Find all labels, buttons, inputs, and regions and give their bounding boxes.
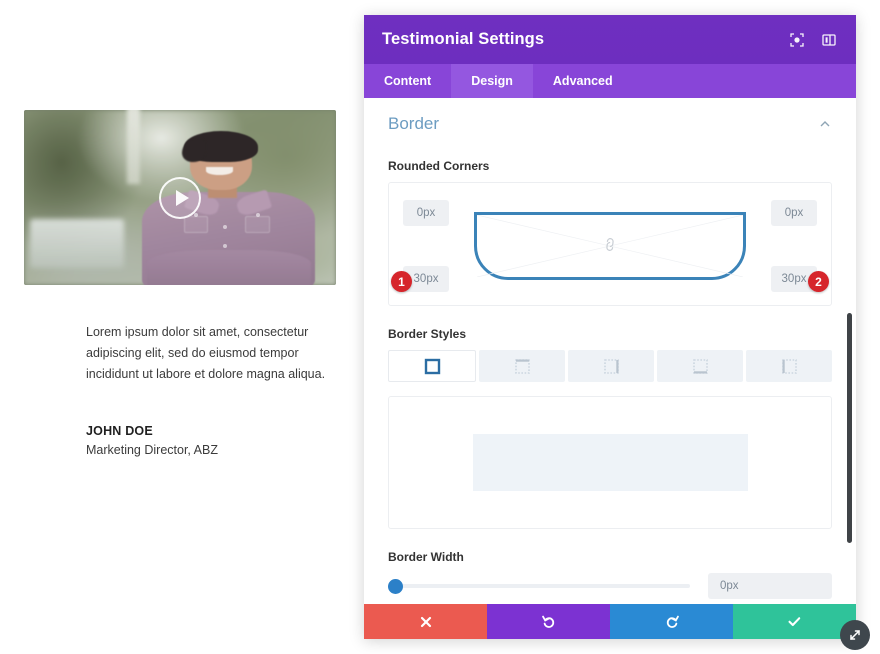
redo-button[interactable] xyxy=(610,604,733,639)
border-style-top[interactable] xyxy=(479,350,565,382)
undo-button[interactable] xyxy=(487,604,610,639)
border-section-header[interactable]: Border xyxy=(388,114,832,138)
testimonial-author-name: JOHN DOE xyxy=(86,424,153,438)
slider-track xyxy=(388,584,690,588)
play-icon[interactable] xyxy=(159,177,201,219)
focus-target-icon[interactable] xyxy=(788,31,806,49)
border-preview-box xyxy=(473,434,748,491)
corner-top-right-input[interactable]: 0px xyxy=(771,200,817,226)
callout-badge-2: 2 xyxy=(808,271,829,292)
save-button[interactable] xyxy=(733,604,856,639)
border-preview-panel xyxy=(388,396,832,529)
cancel-button[interactable] xyxy=(364,604,487,639)
border-styles-label: Border Styles xyxy=(388,327,832,341)
testimonial-quote-text: Lorem ipsum dolor sit amet, consectetur … xyxy=(86,322,336,385)
panel-title: Testimonial Settings xyxy=(382,30,544,49)
resize-diagonal-icon[interactable] xyxy=(840,620,870,650)
panel-scrollbar[interactable] xyxy=(847,313,852,543)
app-root: Lorem ipsum dolor sit amet, consectetur … xyxy=(0,0,880,654)
rounded-corners-control: 0px 0px 30px 1 30px 2 xyxy=(388,182,832,306)
rounded-corners-preview[interactable] xyxy=(474,212,746,280)
panel-footer xyxy=(364,604,856,639)
border-width-input[interactable]: 0px xyxy=(708,573,832,599)
corner-top-left-input[interactable]: 0px xyxy=(403,200,449,226)
panel-tabs: Content Design Advanced xyxy=(364,64,856,98)
testimonial-quote: Lorem ipsum dolor sit amet, consectetur … xyxy=(86,322,336,385)
chevron-up-icon[interactable] xyxy=(818,117,832,131)
border-style-right[interactable] xyxy=(568,350,654,382)
border-width-slider[interactable] xyxy=(388,577,690,595)
border-style-bottom[interactable] xyxy=(657,350,743,382)
testimonial-settings-panel: Testimonial Settings Con xyxy=(364,15,856,639)
tab-design[interactable]: Design xyxy=(451,64,533,98)
testimonial-author-role: Marketing Director, ABZ xyxy=(86,443,218,457)
border-style-left[interactable] xyxy=(746,350,832,382)
slider-thumb[interactable] xyxy=(388,579,403,594)
rounded-corners-label: Rounded Corners xyxy=(388,159,832,173)
link-chain-icon[interactable] xyxy=(603,237,618,255)
layout-columns-icon[interactable] xyxy=(820,31,838,49)
border-styles-row xyxy=(388,350,832,382)
tab-content[interactable]: Content xyxy=(364,64,451,98)
callout-badge-1: 1 xyxy=(391,271,412,292)
testimonial-video-thumbnail[interactable] xyxy=(24,110,336,285)
section-title: Border xyxy=(388,114,439,134)
page-content: Lorem ipsum dolor sit amet, consectetur … xyxy=(0,0,364,654)
panel-body: Border Rounded Corners 0px 0px 30px 1 30… xyxy=(364,98,856,604)
panel-header: Testimonial Settings xyxy=(364,15,856,64)
border-width-control: 0px xyxy=(388,573,832,599)
border-style-all[interactable] xyxy=(388,350,476,382)
tab-advanced[interactable]: Advanced xyxy=(533,64,633,98)
border-width-label: Border Width xyxy=(388,550,832,564)
panel-header-actions xyxy=(788,31,838,49)
